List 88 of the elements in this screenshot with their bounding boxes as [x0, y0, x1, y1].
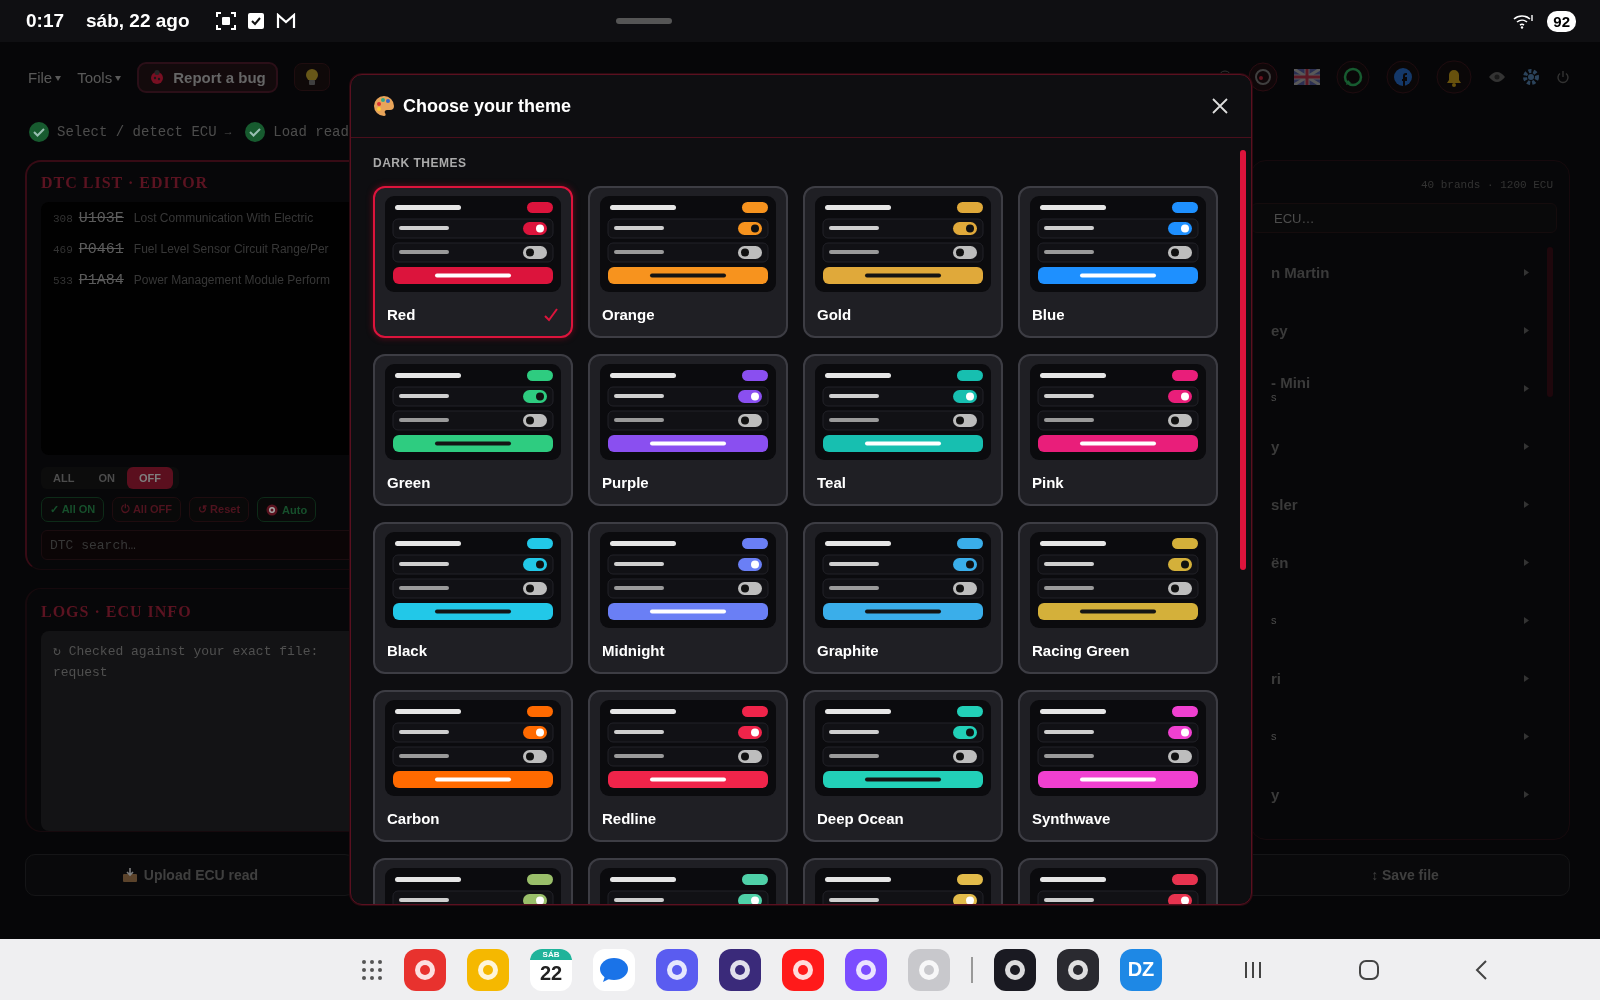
step-arrow: → — [224, 126, 232, 138]
section-heading: DARK THEMES — [373, 156, 468, 170]
theme-name: Midnight — [602, 642, 665, 659]
chevron-icon[interactable] — [1524, 732, 1529, 740]
chevron-icon[interactable] — [1524, 268, 1529, 276]
calendar-icon[interactable]: SÁB 22 — [530, 948, 572, 991]
report-bug-button[interactable]: Report a bug — [137, 61, 278, 93]
log-line: request — [53, 664, 109, 682]
power-icon[interactable] — [1556, 70, 1570, 84]
theme-name: Graphite — [817, 642, 879, 659]
recents-icon[interactable] — [1243, 960, 1263, 979]
lightbulb-icon — [304, 68, 319, 86]
search-field[interactable]: ECU… — [1251, 203, 1557, 233]
screenshot-icon — [215, 12, 236, 30]
facebook-icon[interactable] — [1386, 60, 1420, 94]
dialog-title: Choose your theme — [403, 95, 572, 117]
calendar-date: 22 — [539, 960, 563, 986]
step-label: Select / detect ECU — [57, 124, 217, 140]
caret-icon — [55, 75, 62, 81]
dtc-code[interactable]: U103E — [78, 210, 124, 227]
eye-icon[interactable] — [1488, 71, 1506, 83]
app-icon[interactable] — [719, 948, 761, 991]
chat-icon[interactable] — [593, 948, 635, 991]
theme-name: Green — [387, 474, 431, 491]
clock: 0:17 — [26, 10, 65, 32]
app-icon[interactable]: DZ — [1120, 948, 1162, 991]
app-icon[interactable] — [1057, 948, 1099, 991]
scrollbar[interactable] — [1547, 247, 1553, 397]
check-icon — [544, 307, 558, 322]
wifi-icon — [1513, 13, 1536, 29]
theme-name: Purple — [602, 474, 649, 491]
chevron-icon[interactable] — [1524, 616, 1529, 624]
app-icon[interactable] — [994, 948, 1036, 991]
home-icon[interactable] — [1359, 959, 1379, 980]
theme-name: Red — [387, 306, 416, 323]
theme-name: Pink — [1032, 474, 1064, 491]
lightbulb-button[interactable] — [293, 63, 330, 91]
dtc-code[interactable]: P0461 — [78, 241, 124, 258]
inbox-icon — [121, 867, 138, 883]
filter-tab[interactable]: ALL — [41, 467, 87, 489]
theme-name: Carbon — [387, 810, 440, 827]
action-button[interactable]: Auto — [257, 497, 317, 522]
calendar-day: SÁB — [530, 948, 572, 960]
caret-icon — [115, 75, 122, 81]
checkbox-icon — [247, 13, 264, 29]
filter-tab[interactable]: OFF — [126, 467, 173, 489]
dtc-code[interactable]: P1A84 — [78, 272, 124, 289]
settings-icon[interactable] — [1522, 68, 1540, 86]
target-icon — [266, 503, 279, 516]
brand-subtitle: s — [1271, 614, 1278, 626]
chevron-icon[interactable] — [1524, 558, 1529, 566]
bell-icon[interactable] — [1436, 60, 1472, 94]
step-label: Load read — [273, 124, 349, 140]
whatsapp-icon[interactable] — [1336, 60, 1370, 94]
brand-subtitle: s — [1271, 390, 1278, 403]
theme-name: Gold — [817, 306, 852, 323]
close-icon[interactable] — [1211, 97, 1229, 115]
panel-title: DTC LIST · EDITOR — [41, 174, 210, 192]
chevron-icon[interactable] — [1524, 326, 1529, 334]
action-button[interactable]: ✓ All ON — [41, 497, 105, 522]
battery-level: 92 — [1547, 10, 1576, 32]
theme-name: Redline — [602, 810, 657, 827]
panel-title: LOGS · ECU INFO — [41, 603, 193, 621]
theme-name: Deep Ocean — [817, 810, 904, 827]
theme-name: Racing Green — [1032, 642, 1130, 659]
date: sáb, 22 ago — [86, 10, 190, 32]
drag-handle[interactable] — [616, 18, 673, 24]
scrollbar[interactable] — [1240, 150, 1246, 570]
brand-subtitle: s — [1271, 730, 1278, 742]
apps-grid-icon[interactable] — [361, 958, 383, 981]
log-line: ↻ Checked against your exact file: — [53, 643, 320, 661]
chevron-icon[interactable] — [1524, 674, 1529, 682]
chevron-icon[interactable] — [1524, 790, 1529, 798]
chevron-icon[interactable] — [1524, 500, 1529, 508]
filter-tab[interactable]: ON — [86, 467, 127, 489]
theme-name: Synthwave — [1032, 810, 1111, 827]
uk-flag-icon[interactable] — [1294, 69, 1320, 85]
menu-item[interactable]: Tools — [77, 68, 122, 86]
theme-name: Teal — [817, 474, 846, 491]
ladybug-icon — [149, 69, 166, 85]
theme-name: Orange — [602, 306, 655, 323]
menu-item[interactable]: File — [28, 68, 62, 86]
mail-icon — [275, 13, 296, 29]
theme-name: Blue — [1032, 306, 1065, 323]
chevron-icon[interactable] — [1524, 442, 1529, 450]
back-icon[interactable] — [1475, 959, 1487, 980]
chevron-icon[interactable] — [1524, 384, 1529, 392]
theme-name: Black — [387, 642, 428, 659]
